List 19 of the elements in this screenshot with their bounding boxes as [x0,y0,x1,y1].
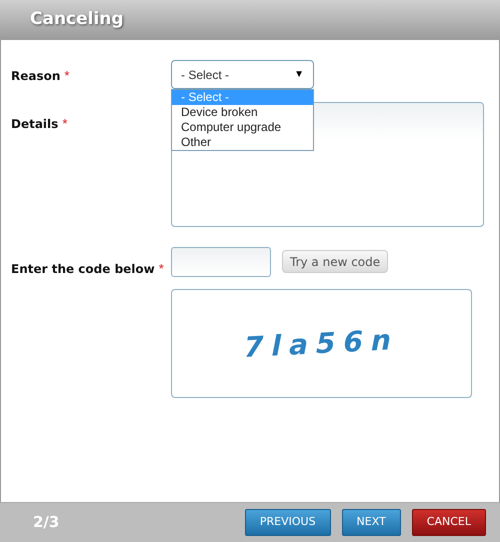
window-title: Canceling [30,8,124,32]
dropdown-option[interactable]: Other [172,135,313,150]
reason-select[interactable]: - Select - ▼ [171,60,314,89]
field-label: Reason [11,69,60,83]
new-code-button[interactable]: Try a new code [282,250,388,273]
field-label: Enter the code below [11,262,155,276]
caret-icon: ▼ [294,67,304,82]
code-field[interactable] [171,247,271,277]
step-counter: 2/3 [33,512,60,534]
field-label: Details [11,117,58,131]
dropdown-option[interactable]: Computer upgrade [172,120,313,135]
footer-button[interactable]: PREVIOUS [244,509,331,536]
footer-button[interactable]: CANCEL [412,509,486,536]
captcha-text: 7la56n [244,321,399,366]
required-mark: * [158,261,164,276]
required-mark: * [62,116,68,131]
required-mark: * [64,68,70,83]
footer-button[interactable]: NEXT [342,509,401,536]
dropdown-option[interactable]: Device broken [172,105,313,120]
